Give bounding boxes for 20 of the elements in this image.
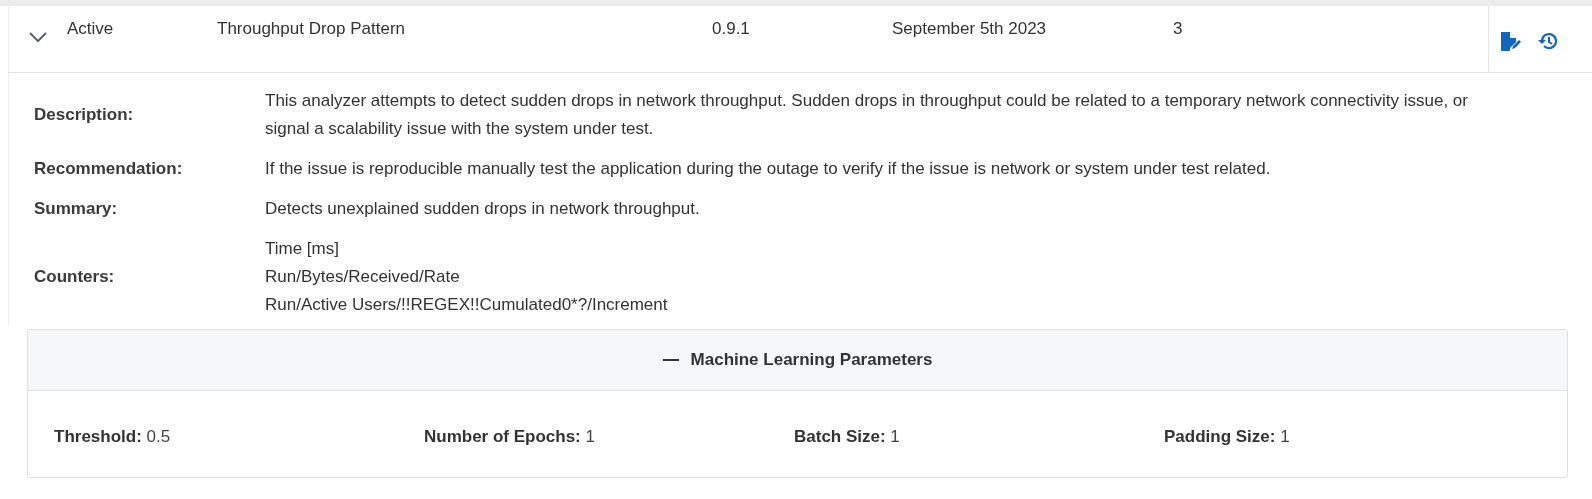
parameter-text: Padding Size: 1	[1164, 427, 1291, 447]
field-value: Run/Bytes/Received/Rate	[265, 266, 461, 288]
field-value: If the issue is reproducible manually test the application during the outage to verify if the issue is network or system under test related.	[265, 158, 1272, 180]
field-value: This analyzer attempts to detect sudden drops in network throughput. Sudden drops in throughput could be related to a temporary network connectivity issue, or signal a scalability issue with the system under test.	[265, 90, 1469, 140]
count-text: 3	[1173, 19, 1183, 38]
field-label: Summary:	[34, 198, 119, 220]
field-value: Run/Active Users/!!REGEX!!Cumulated0*?/Increment	[265, 294, 669, 316]
parameter-text: Threshold: 0.5	[54, 427, 172, 447]
analyzer-name: Throughput Drop Pattern	[217, 19, 406, 38]
field-value: Detects unexplained sudden drops in network throughput.	[265, 198, 701, 220]
section-header[interactable]: Machine Learning Parameters	[28, 330, 1567, 391]
field-label: Counters:	[34, 266, 116, 288]
date-text: September 5th 2023	[892, 19, 1047, 38]
parameter-text: Batch Size: 1	[794, 427, 901, 447]
field-label: Recommendation:	[34, 158, 184, 180]
parameter-text: Number of Epochs: 1	[424, 427, 596, 447]
status-text: Active	[67, 19, 114, 38]
field-value: Time [ms]	[265, 238, 340, 260]
field-label: Description:	[34, 104, 135, 126]
version-text: 0.9.1	[712, 19, 750, 38]
